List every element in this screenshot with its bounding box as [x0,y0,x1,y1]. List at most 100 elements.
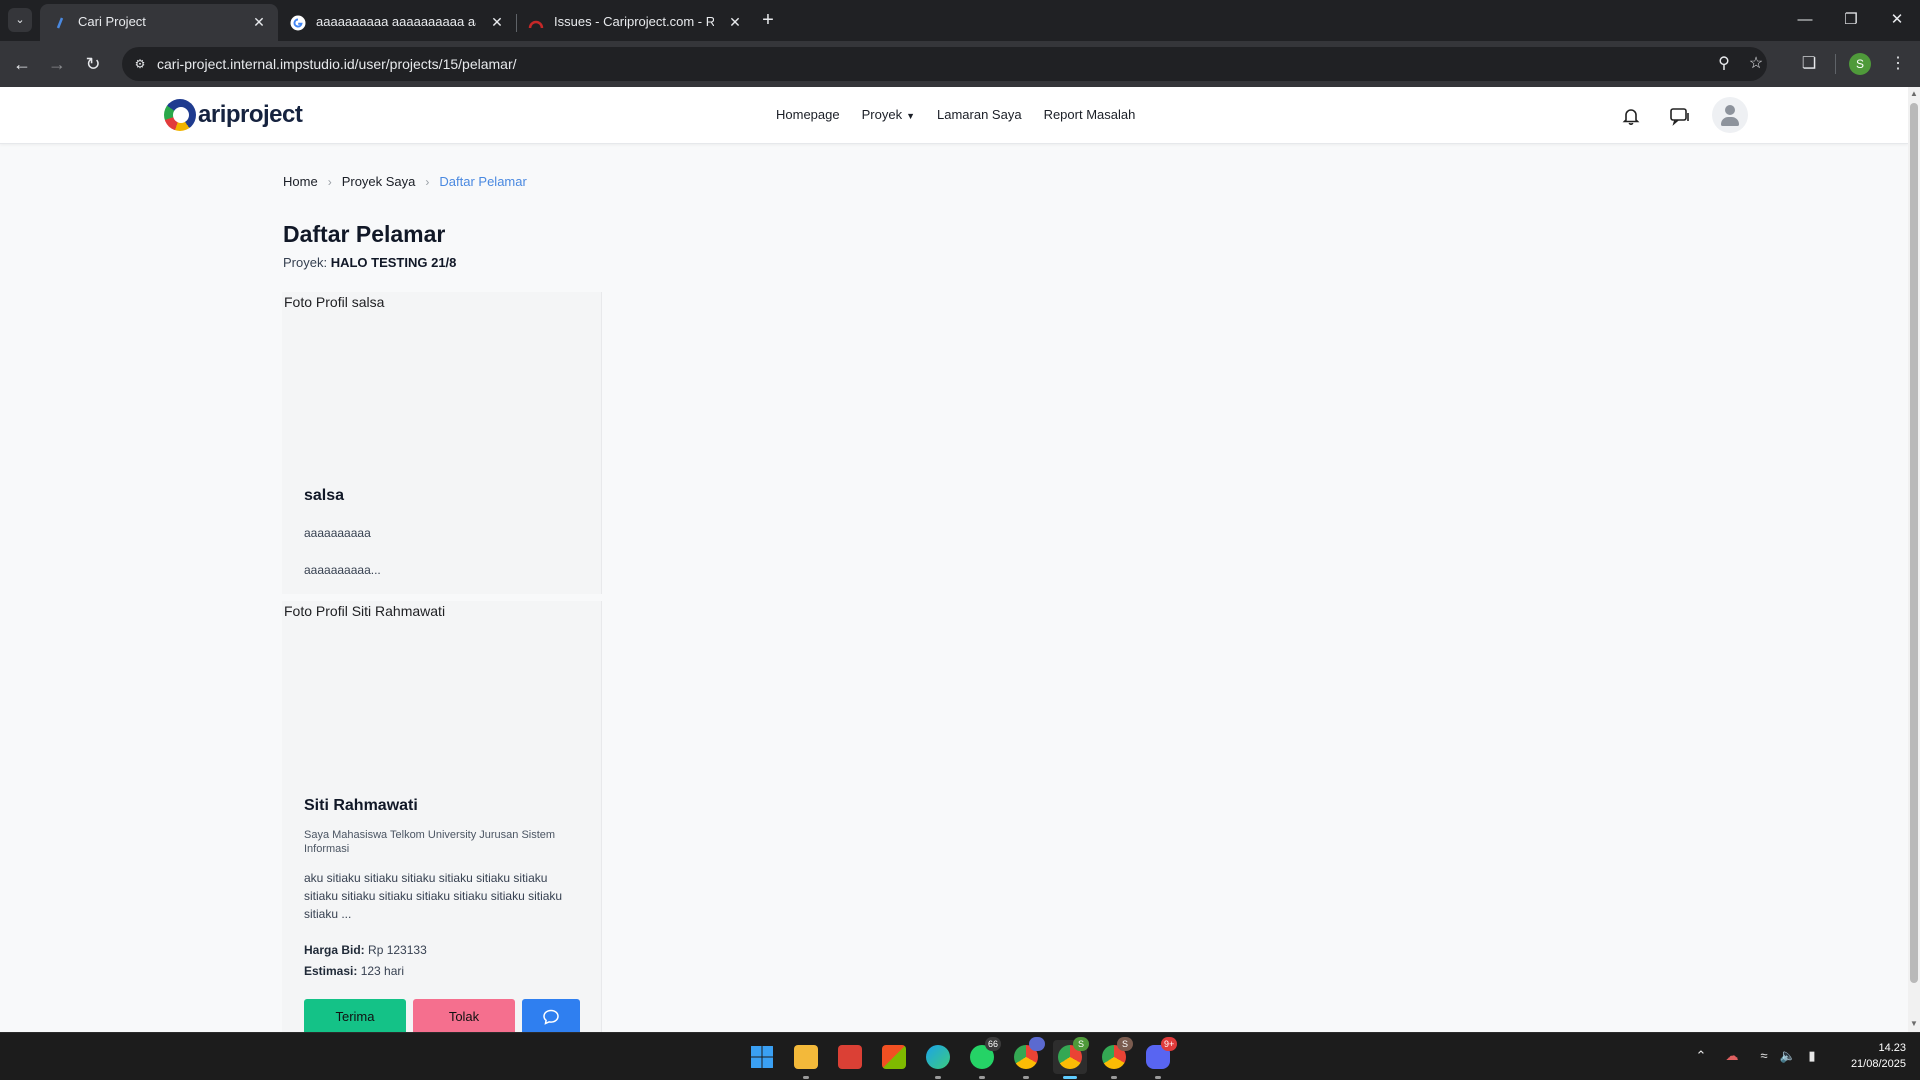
breadcrumb-proyek-saya[interactable]: Proyek Saya [342,174,416,189]
restore-button[interactable]: ❐ [1828,4,1874,36]
todoist-app[interactable] [833,1040,867,1074]
folder-icon [794,1045,818,1069]
url-text[interactable]: cari-project.internal.impstudio.id/user/… [157,56,517,72]
file-explorer-app[interactable] [789,1040,823,1079]
profile-badge [1029,1037,1045,1051]
notification-badge: 9+ [1161,1037,1178,1051]
project-name: HALO TESTING 21/8 [330,255,457,270]
address-bar[interactable]: ⚙ cari-project.internal.impstudio.id/use… [122,47,1767,81]
edge-app[interactable] [921,1040,955,1079]
breadcrumb-home[interactable]: Home [283,174,318,189]
speaker-muted-icon[interactable]: 🔈 [1778,1046,1798,1066]
scroll-up-arrow-icon[interactable]: ▲ [1910,90,1918,98]
chevron-down-icon: ▼ [906,111,915,121]
tab-google-search[interactable]: aaaaaaaaaa aaaaaaaaaa aaaaa ✕ [278,4,516,41]
site-info-icon[interactable]: ⚙ [130,54,150,74]
microsoft-store-app[interactable] [877,1040,911,1074]
extensions-icon[interactable]: ❏ [1797,52,1821,76]
running-indicator [935,1076,941,1079]
bookmark-star-icon[interactable]: ☆ [1746,54,1766,74]
chrome-profile-app[interactable] [1009,1037,1045,1079]
applicant-card: Foto Profil salsa salsa aaaaaaaaaa aaaaa… [282,292,602,594]
applicant-description: aku sitiaku sitiaku sitiaku sitiaku siti… [304,871,563,921]
close-window-button[interactable]: ✕ [1874,4,1920,36]
logo-mark-icon [164,99,196,131]
broken-image-alt-text: Foto Profil salsa [284,294,385,310]
site-header: ariproject Homepage Proyek ▼ Lamaran Saya… [0,87,1908,144]
menu-kebab-icon[interactable]: ⋮ [1886,52,1910,76]
windows-logo-icon [751,1046,773,1068]
cariproject-favicon-icon [56,17,64,29]
page-title: Daftar Pelamar [283,221,446,247]
project-label: Proyek: [283,255,328,270]
tab-title: aaaaaaaaaa aaaaaaaaaa aaaaa [316,14,476,29]
clock-time: 14.23 [1878,1042,1906,1054]
applicant-photo: Foto Profil salsa [282,292,602,482]
system-clock[interactable]: 14.23 21/08/2025 [1836,1040,1906,1072]
page-scrollbar[interactable]: ▲ ▼ [1908,87,1920,1032]
chevron-right-icon: › [327,174,332,189]
chevron-right-icon: › [425,174,430,189]
applicant-card: Foto Profil Siti Rahmawati Siti Rahmawat… [282,601,602,1035]
chat-messages-icon[interactable] [1665,101,1695,131]
tab-close-icon[interactable]: ✕ [726,13,744,31]
applicant-headline: Saya Mahasiswa Telkom University Jurusan… [304,829,556,855]
battery-icon[interactable]: ▮ [1802,1046,1822,1066]
cloud-error-icon[interactable]: ☁ [1722,1046,1742,1066]
forward-button[interactable]: → [43,50,71,78]
tab-title: Cari Project [78,14,146,29]
notification-badge: 66 [985,1037,1002,1051]
google-favicon-icon [290,15,306,31]
accept-button[interactable]: Terima [304,999,406,1035]
running-indicator [1155,1076,1161,1079]
nav-proyek-dropdown[interactable]: Proyek ▼ [862,107,915,122]
notification-bell-icon[interactable] [1616,101,1646,131]
discord-app[interactable]: 9+ [1141,1037,1178,1079]
scroll-down-arrow-icon[interactable]: ▼ [1910,1020,1918,1028]
running-indicator [1063,1076,1077,1079]
wifi-icon[interactable]: ≈ [1754,1046,1774,1066]
profile-avatar[interactable]: S [1849,53,1871,75]
cariproject-logo[interactable]: ariproject [164,97,303,133]
nav-lamaran-saya[interactable]: Lamaran Saya [937,107,1022,122]
store-bag-icon [882,1045,906,1069]
back-button[interactable]: ← [8,50,36,78]
start-button[interactable] [745,1040,779,1074]
applicant-headline: aaaaaaaaaa [304,526,371,540]
bid-value: Rp 123133 [368,943,427,957]
tab-search-button[interactable]: ⌄ [8,8,32,32]
scrollbar-thumb[interactable] [1910,103,1918,983]
minimize-button[interactable]: — [1782,4,1828,36]
project-info: Proyek: HALO TESTING 21/8 [283,255,456,270]
whatsapp-app[interactable]: 66 [965,1037,1002,1079]
nav-report-masalah[interactable]: Report Masalah [1044,107,1136,122]
nav-homepage[interactable]: Homepage [776,107,840,122]
reject-button[interactable]: Tolak [413,999,515,1035]
new-tab-button[interactable]: + [756,8,780,32]
profile-badge: S [1117,1037,1133,1051]
windows-taskbar: 66 S S 9+ [0,1032,1920,1080]
zoom-icon[interactable]: ⚲ [1714,54,1734,74]
tab-redmine-issues[interactable]: Issues - Cariproject.com - Redm ✕ [516,4,754,41]
chat-button[interactable] [522,999,580,1035]
nav-proyek-label: Proyek [861,107,903,122]
user-avatar[interactable] [1712,97,1748,133]
todoist-icon [838,1045,862,1069]
tab-cari-project[interactable]: Cari Project ✕ [40,4,278,41]
redmine-favicon-icon [528,20,544,29]
applicant-description: aaaaaaaaaa... [304,563,381,577]
tab-close-icon[interactable]: ✕ [488,13,506,31]
applicant-name[interactable]: Siti Rahmawati [304,797,418,815]
reload-button[interactable]: ↻ [79,50,107,78]
chrome-app-active[interactable]: S [1053,1037,1089,1079]
applicant-name[interactable]: salsa [304,487,344,505]
chat-bubble-icon [543,1009,559,1025]
applicant-photo: Foto Profil Siti Rahmawati [282,601,602,791]
breadcrumb: Home › Proyek Saya › Daftar Pelamar [283,174,527,189]
chrome-profile-app[interactable]: S [1097,1037,1133,1079]
estimate: Estimasi: 123 hari [304,964,404,978]
tab-close-icon[interactable]: ✕ [250,13,268,31]
running-indicator [1023,1076,1029,1079]
chevron-up-icon[interactable]: ⌃ [1691,1046,1711,1066]
bid-label: Harga Bid: [304,943,365,957]
